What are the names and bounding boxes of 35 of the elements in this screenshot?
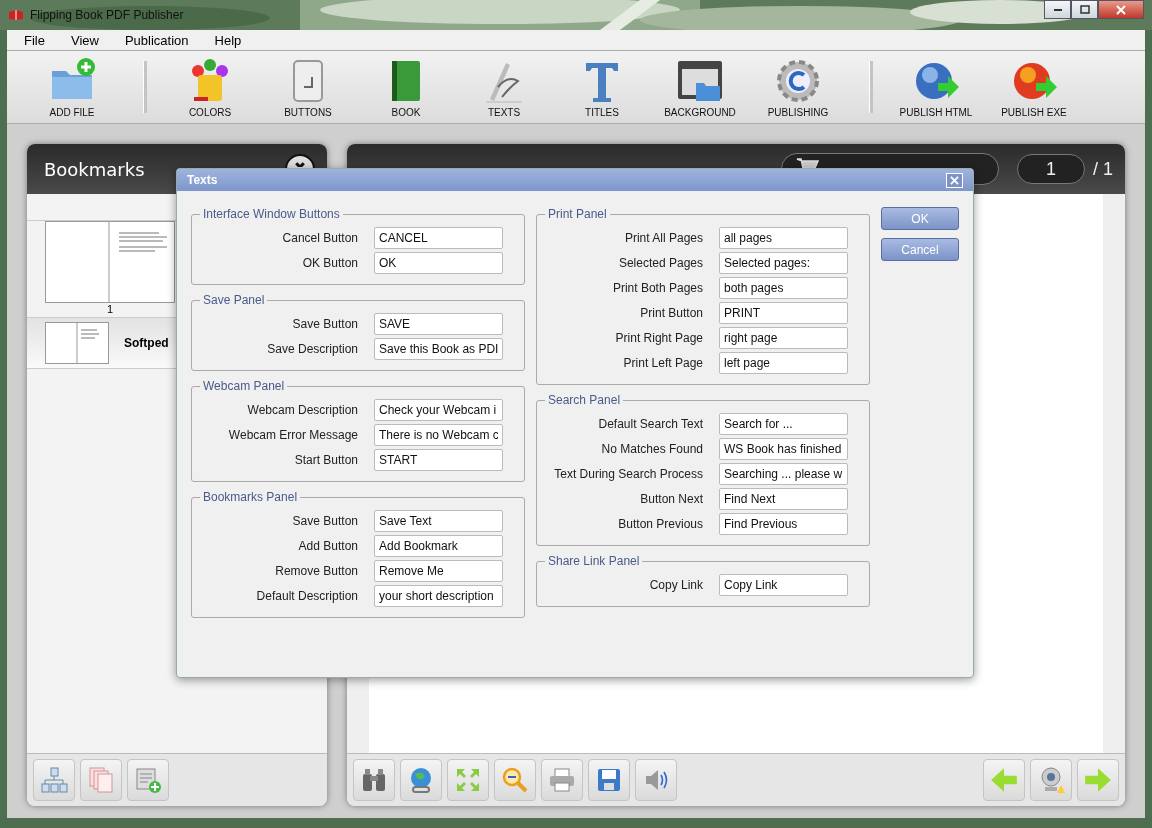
dialog-title: Texts [187,173,218,187]
field-label: Save Button [291,316,358,331]
field-label: OK Button [301,255,358,270]
group-title: Share Link Panel [547,554,641,568]
group-title: Bookmarks Panel [202,490,299,504]
field-label: Print All Pages [623,230,703,245]
field-label: Cancel Button [281,230,358,245]
field-label: Default Search Text [597,416,703,431]
group-title: Webcam Panel [202,379,286,393]
group-title: Search Panel [547,393,622,407]
field-label: Print Button [639,305,703,320]
group-title: Save Panel [202,293,266,307]
field-label: Default Description [255,588,358,603]
field-label: Print Left Page [622,355,703,370]
group-title: Interface Window Buttons [202,207,341,221]
field-label: Button Next [639,491,703,506]
field-label: Add Button [297,538,358,553]
field-label: Text During Search Process [553,466,703,481]
field-label: Selected Pages [617,255,703,270]
panel-title: Bookmarks [44,158,145,180]
page-total: / 1 [1093,158,1113,180]
window-title: Flipping Book PDF Publisher [30,8,184,22]
field-label: Save Button [291,513,358,528]
page-number: 1 [105,303,115,315]
field-label: Save Description [266,341,358,356]
field-label: Copy Link [648,577,703,592]
group-title: Print Panel [547,207,608,221]
field-label: Remove Button [274,563,358,578]
field-label: Print Both Pages [611,280,703,295]
field-label: Start Button [293,452,358,467]
field-label: Print Right Page [614,330,703,345]
field-label: Webcam Description [246,402,358,417]
field-label: Webcam Error Message [227,427,358,442]
field-label: No Matches Found [600,441,703,456]
field-label: Button Previous [617,516,703,531]
